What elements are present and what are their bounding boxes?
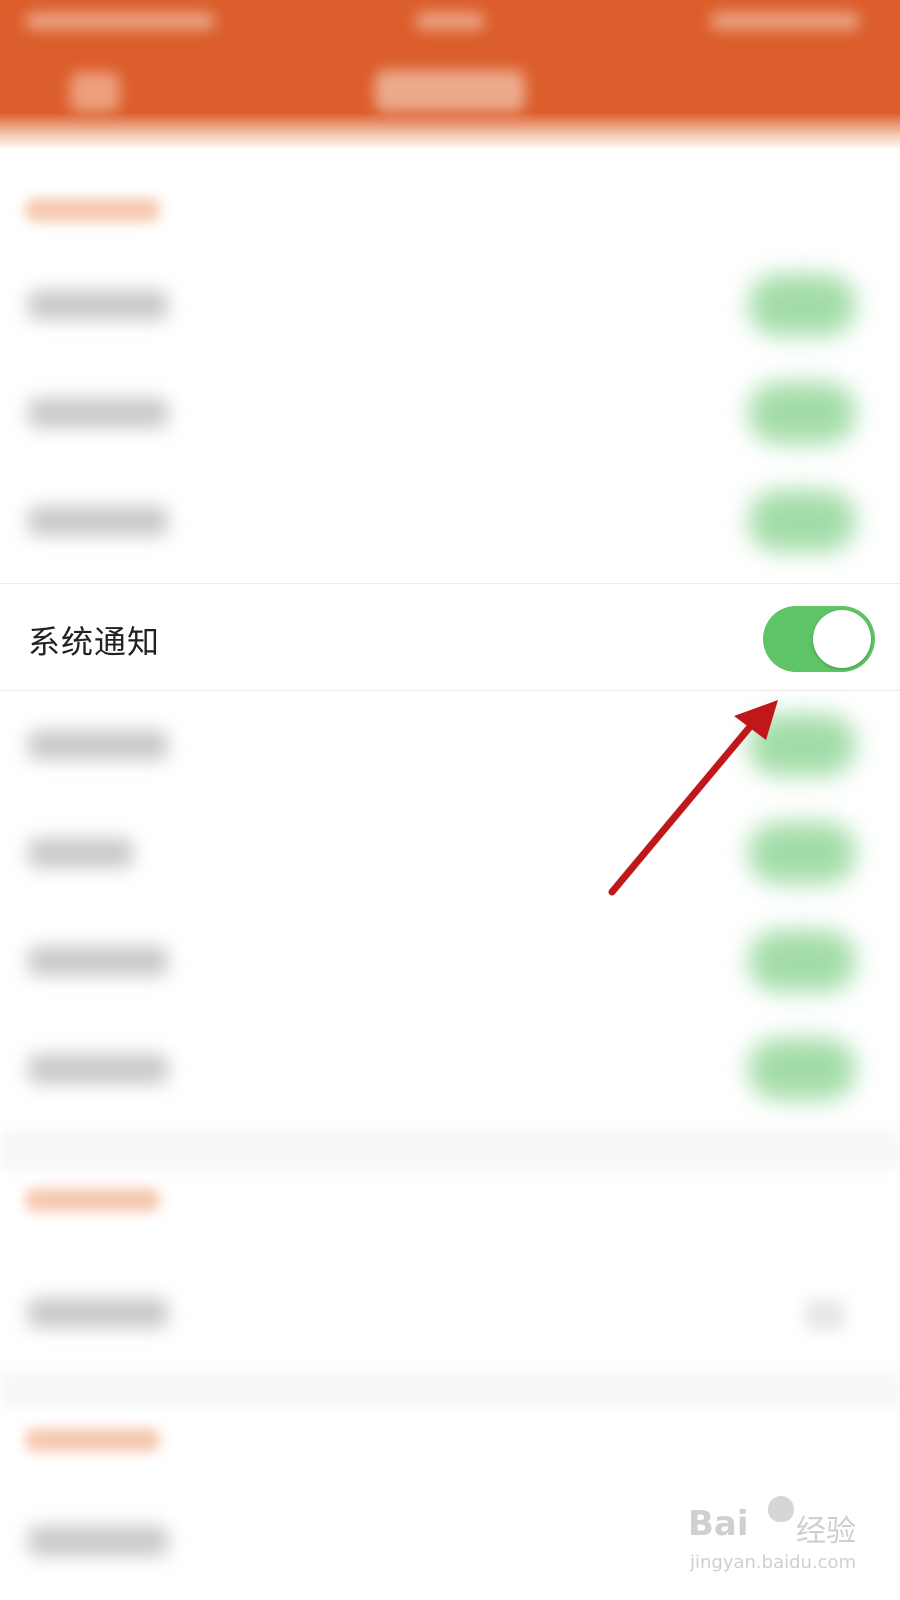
settings-row[interactable] (0, 252, 900, 360)
settings-row[interactable] (0, 1260, 900, 1368)
toggle-switch[interactable] (748, 930, 856, 992)
settings-row-label (28, 946, 168, 976)
back-icon[interactable] (70, 72, 120, 112)
settings-row[interactable] (0, 468, 900, 576)
settings-row[interactable] (0, 908, 900, 1016)
settings-row-label (28, 1526, 168, 1556)
page-title (375, 70, 525, 112)
settings-row[interactable] (0, 360, 900, 468)
toggle-switch[interactable] (748, 1038, 856, 1100)
status-bar-time (415, 12, 485, 30)
baidu-paw-icon (768, 1496, 794, 1522)
toggle-switch[interactable] (748, 274, 856, 336)
status-bar-right (710, 12, 860, 30)
settings-row[interactable] (0, 800, 900, 908)
settings-row-label (28, 838, 133, 868)
chevron-right-icon (805, 1300, 845, 1330)
toggle-knob (813, 610, 871, 668)
system-notification-label: 系统通知 (28, 623, 161, 661)
settings-row[interactable] (0, 1016, 900, 1124)
settings-row-label (28, 506, 168, 536)
settings-row-label (28, 1054, 168, 1084)
app-header (0, 0, 900, 150)
toggle-switch[interactable] (748, 490, 856, 552)
settings-row[interactable] (0, 692, 900, 800)
settings-row-label (28, 290, 168, 320)
status-bar-left (25, 12, 215, 30)
settings-row-label (28, 1298, 168, 1328)
settings-row-label (28, 730, 168, 760)
toggle-switch[interactable] (748, 714, 856, 776)
toggle-switch[interactable] (748, 822, 856, 884)
watermark-brand-cn: 经验 (796, 1514, 856, 1549)
section-header (25, 1428, 160, 1452)
section-divider (0, 1372, 900, 1408)
watermark-brand: Bai (688, 1504, 749, 1544)
system-notification-row[interactable]: 系统通知 (0, 583, 900, 691)
section-header (25, 1188, 160, 1212)
system-notification-toggle[interactable] (763, 606, 875, 672)
section-divider (0, 1130, 900, 1170)
watermark: Bai 经验 jingyan.baidu.com (688, 1496, 858, 1586)
settings-row-label (28, 398, 168, 428)
watermark-url: jingyan.baidu.com (690, 1552, 857, 1573)
section-header (25, 198, 160, 222)
toggle-switch[interactable] (748, 382, 856, 444)
